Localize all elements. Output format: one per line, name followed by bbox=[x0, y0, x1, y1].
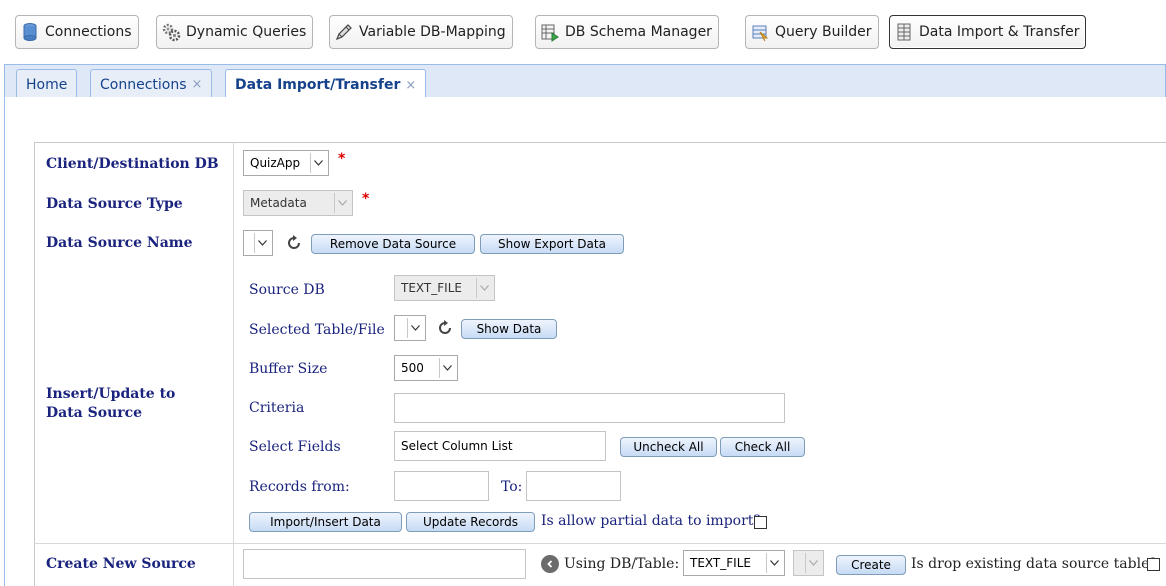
source-type-select[interactable]: Metadata bbox=[243, 190, 353, 216]
create-source-label: Create New Source bbox=[46, 556, 196, 572]
records-to-input[interactable] bbox=[526, 471, 621, 501]
client-db-select[interactable]: QuizApp bbox=[243, 150, 329, 176]
allow-partial-label: Is allow partial data to import? bbox=[541, 513, 761, 529]
source-name-select[interactable] bbox=[243, 230, 273, 256]
selected-table-select[interactable] bbox=[394, 315, 426, 341]
toolbar-dynamic-queries-button[interactable]: Dynamic Queries bbox=[156, 15, 314, 49]
update-records-button[interactable]: Update Records bbox=[406, 512, 535, 532]
toolbar-data-import-transfer-button[interactable]: Data Import & Transfer bbox=[889, 15, 1087, 49]
tab-connections[interactable]: Connections × bbox=[90, 69, 213, 99]
show-data-button[interactable]: Show Data bbox=[461, 319, 557, 339]
uncheck-all-button[interactable]: Uncheck All bbox=[620, 437, 717, 457]
schema-icon bbox=[540, 22, 560, 42]
close-icon[interactable]: × bbox=[405, 78, 416, 93]
tab-label: Home bbox=[26, 76, 68, 93]
select-fields-label: Select Fields bbox=[249, 439, 341, 455]
toolbar-label: Data Import & Transfer bbox=[919, 24, 1080, 40]
insert-update-label-line1: Insert/Update to bbox=[46, 386, 176, 402]
close-icon[interactable]: × bbox=[192, 77, 203, 92]
drop-existing-label: Is drop existing data source table? bbox=[911, 556, 1157, 572]
create-button[interactable]: Create bbox=[836, 555, 906, 575]
tab-strip: Home Connections × Data Import/Transfer … bbox=[4, 64, 1166, 100]
toolbar-connections-button[interactable]: Connections bbox=[15, 15, 139, 49]
chevron-down-icon bbox=[334, 193, 350, 213]
database-icon bbox=[20, 22, 40, 42]
select-value: TEXT_FILE bbox=[401, 281, 462, 295]
source-type-label: Data Source Type bbox=[46, 196, 183, 212]
toolbar-query-builder-button[interactable]: Query Builder bbox=[745, 15, 879, 49]
main-toolbar: Connections Dynamic Queries Variable DB-… bbox=[0, 0, 1166, 66]
records-from-input[interactable] bbox=[394, 471, 489, 501]
check-all-button[interactable]: Check All bbox=[720, 437, 805, 457]
import-insert-data-button[interactable]: Import/Insert Data bbox=[249, 512, 402, 532]
criteria-input[interactable] bbox=[394, 393, 785, 423]
toolbar-variable-db-mapping-button[interactable]: Variable DB-Mapping bbox=[329, 15, 513, 49]
create-source-input[interactable] bbox=[243, 549, 526, 579]
tab-label: Connections bbox=[100, 76, 187, 93]
tab-label: Data Import/Transfer bbox=[235, 77, 401, 93]
source-name-label: Data Source Name bbox=[46, 235, 193, 251]
row-divider bbox=[34, 543, 1166, 544]
arrow-left-icon[interactable] bbox=[541, 555, 559, 573]
source-db-label: Source DB bbox=[249, 282, 325, 298]
toolbar-label: Connections bbox=[45, 24, 132, 40]
buffer-size-select[interactable]: 500 bbox=[394, 355, 458, 381]
drop-existing-checkbox[interactable] bbox=[1147, 558, 1160, 571]
using-db-table-label: Using DB/Table: bbox=[564, 556, 680, 572]
toolbar-label: Variable DB-Mapping bbox=[359, 24, 506, 40]
toolbar-label: Dynamic Queries bbox=[186, 24, 307, 40]
show-export-data-button[interactable]: Show Export Data bbox=[480, 234, 624, 254]
gears-icon bbox=[161, 22, 181, 42]
toolbar-label: DB Schema Manager bbox=[565, 24, 712, 40]
criteria-label: Criteria bbox=[249, 400, 305, 416]
create-db-select[interactable]: TEXT_FILE bbox=[683, 550, 785, 576]
client-db-label: Client/Destination DB bbox=[46, 156, 219, 172]
tab-home[interactable]: Home bbox=[16, 69, 78, 99]
required-marker: * bbox=[362, 191, 370, 207]
refresh-icon[interactable] bbox=[285, 234, 303, 252]
records-to-label: To: bbox=[501, 479, 523, 495]
select-fields-input[interactable]: Select Column List bbox=[394, 431, 606, 461]
remove-data-source-button[interactable]: Remove Data Source bbox=[311, 234, 475, 254]
source-db-select[interactable]: TEXT_FILE bbox=[394, 275, 495, 301]
chevron-down-icon bbox=[310, 153, 326, 173]
select-value: TEXT_FILE bbox=[690, 556, 751, 570]
buffer-size-label: Buffer Size bbox=[249, 361, 328, 377]
chevron-down-icon bbox=[805, 553, 821, 573]
chevron-down-icon bbox=[476, 278, 492, 298]
select-value: Metadata bbox=[250, 196, 307, 210]
tab-data-import-transfer[interactable]: Data Import/Transfer × bbox=[225, 69, 427, 100]
selected-table-label: Selected Table/File bbox=[249, 322, 385, 338]
pen-icon bbox=[334, 22, 354, 42]
column-divider bbox=[233, 142, 234, 586]
toolbar-label: Query Builder bbox=[775, 24, 872, 40]
select-value: 500 bbox=[401, 361, 424, 375]
transfer-icon bbox=[894, 22, 914, 42]
required-marker: * bbox=[338, 151, 346, 167]
refresh-icon[interactable] bbox=[436, 319, 454, 337]
create-table-select[interactable] bbox=[793, 550, 824, 576]
query-icon bbox=[750, 22, 770, 42]
chevron-down-icon bbox=[439, 358, 455, 378]
chevron-down-icon bbox=[766, 553, 782, 573]
chevron-down-icon bbox=[407, 318, 423, 338]
insert-update-label-line2: Data Source bbox=[46, 405, 143, 421]
chevron-down-icon bbox=[254, 233, 270, 253]
records-from-label: Records from: bbox=[249, 479, 350, 495]
allow-partial-checkbox[interactable] bbox=[754, 516, 767, 529]
select-value: QuizApp bbox=[250, 156, 301, 170]
toolbar-db-schema-manager-button[interactable]: DB Schema Manager bbox=[535, 15, 719, 49]
